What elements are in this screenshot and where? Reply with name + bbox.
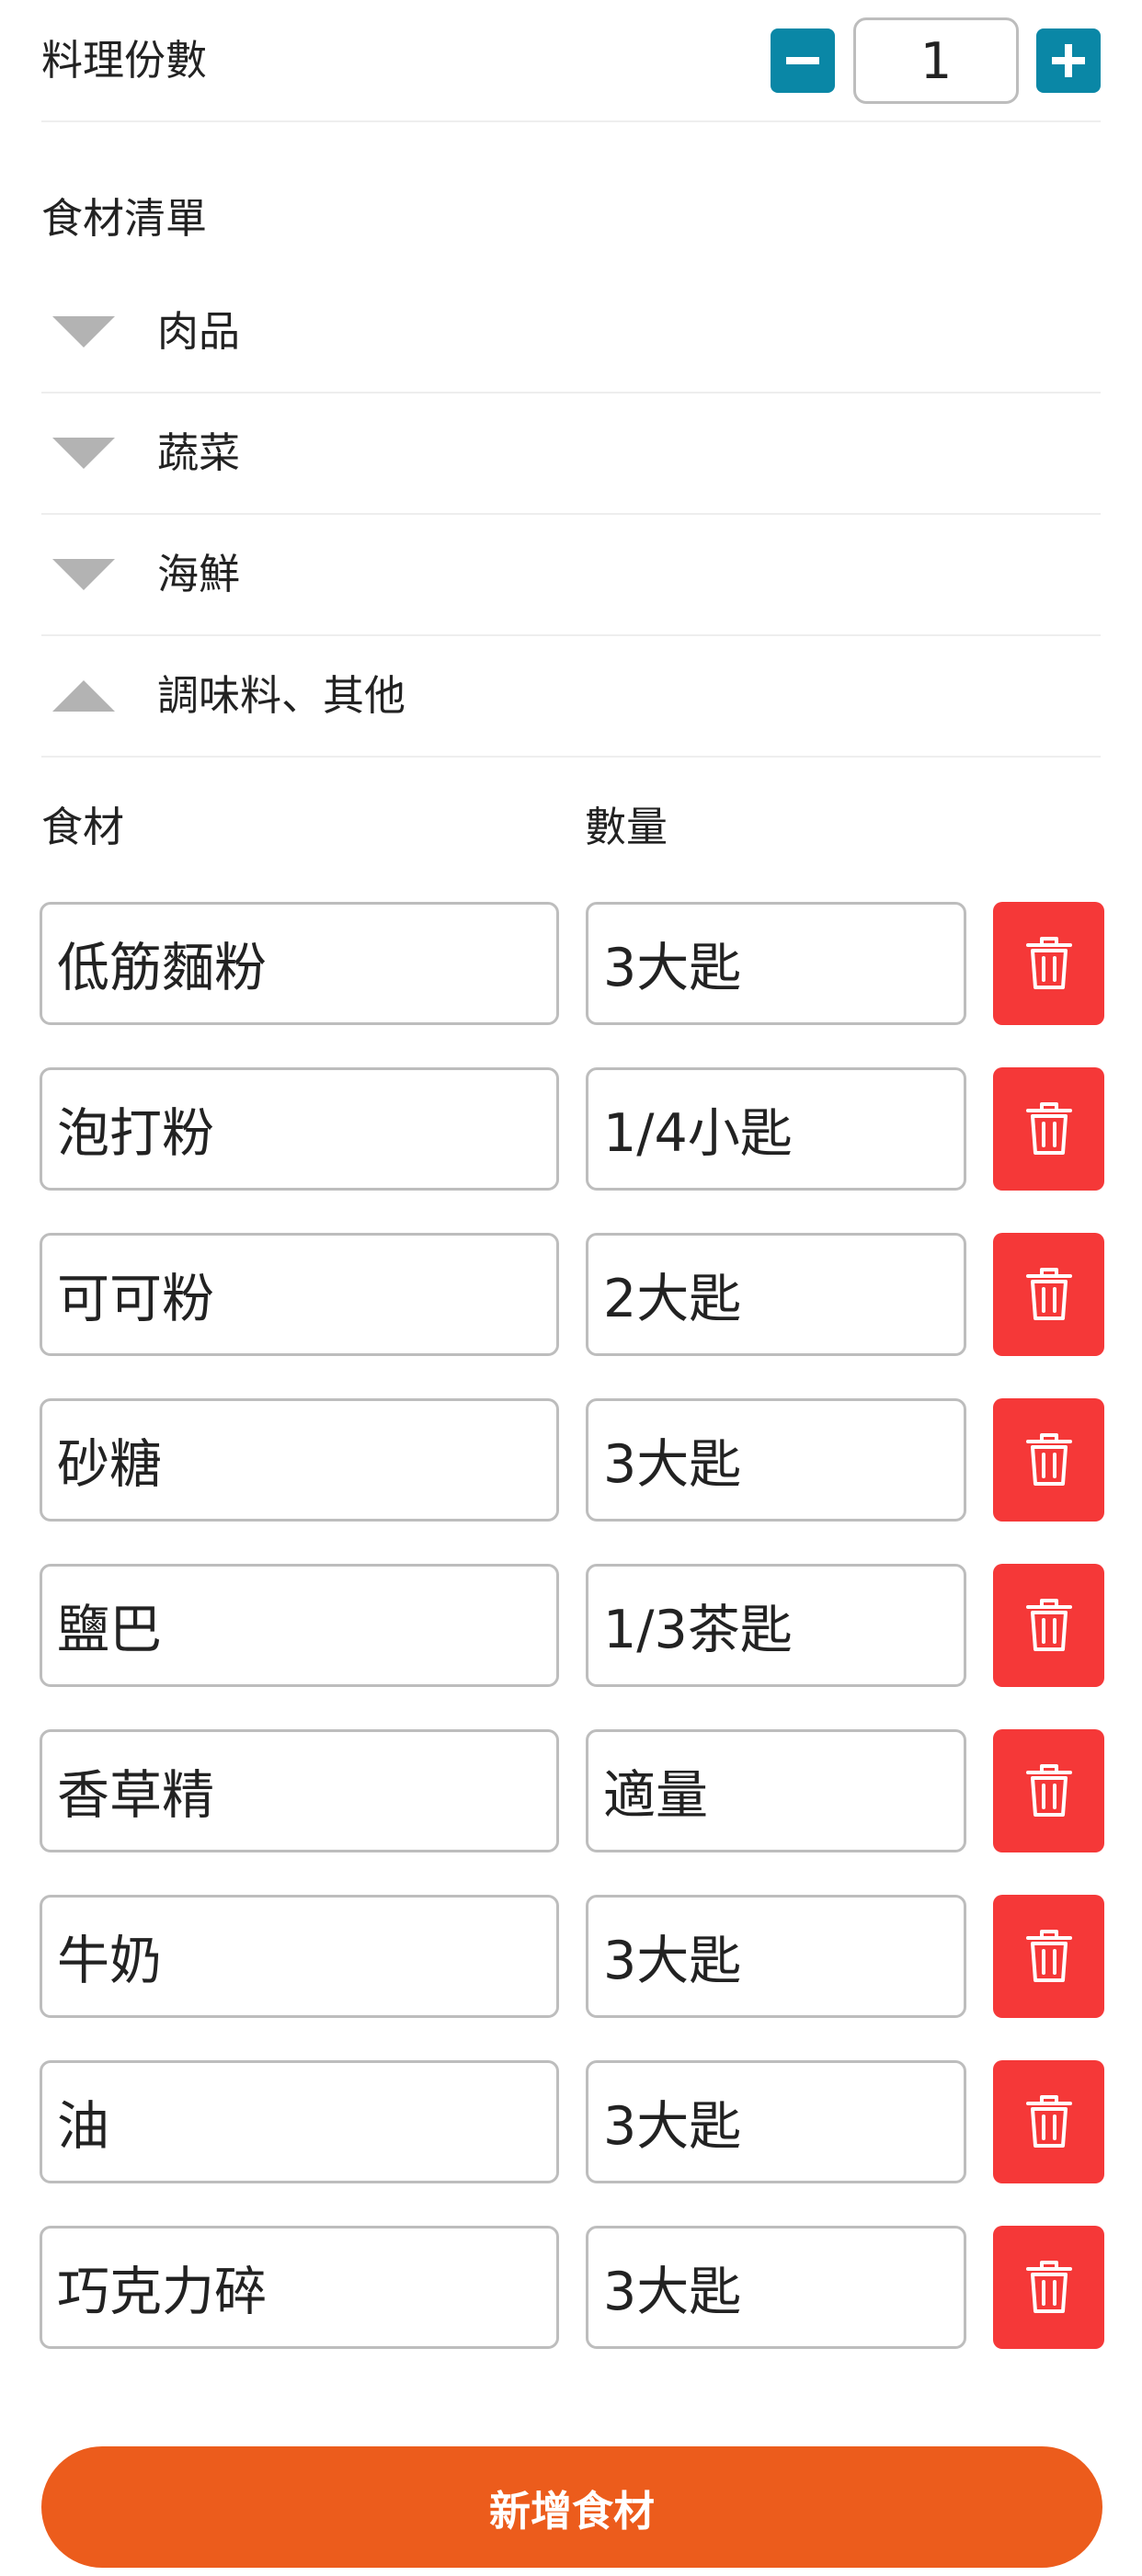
plus-icon bbox=[1052, 44, 1085, 77]
ingredient-row bbox=[40, 2226, 1104, 2349]
chevron-up-icon bbox=[52, 680, 115, 712]
servings-input[interactable] bbox=[853, 17, 1019, 104]
category-label: 肉品 bbox=[157, 307, 241, 356]
ingredient-row bbox=[40, 1895, 1104, 2018]
ingredient-row bbox=[40, 1398, 1104, 1522]
trash-icon bbox=[1025, 1599, 1072, 1651]
delete-ingredient-button[interactable] bbox=[993, 1564, 1104, 1687]
category-seasoning-other[interactable]: 調味料、其他 bbox=[41, 636, 1101, 758]
minus-icon bbox=[786, 57, 819, 64]
trash-icon bbox=[1025, 937, 1072, 989]
category-label: 海鮮 bbox=[157, 550, 241, 598]
ingredient-row bbox=[40, 902, 1104, 1025]
ingredient-row bbox=[40, 1067, 1104, 1191]
chevron-down-icon bbox=[52, 559, 115, 590]
ingredient-name-input[interactable] bbox=[40, 2060, 559, 2183]
ingredient-quantity-input[interactable] bbox=[586, 1398, 966, 1522]
chevron-down-icon bbox=[52, 316, 115, 348]
category-label: 調味料、其他 bbox=[157, 671, 406, 720]
category-seafood[interactable]: 海鮮 bbox=[41, 515, 1101, 636]
servings-row: 料理份數 bbox=[41, 0, 1101, 122]
delete-ingredient-button[interactable] bbox=[993, 1895, 1104, 2018]
ingredient-row bbox=[40, 1233, 1104, 1356]
ingredient-name-input[interactable] bbox=[40, 1729, 559, 1852]
trash-icon bbox=[1025, 2261, 1072, 2313]
trash-icon bbox=[1025, 1268, 1072, 1320]
trash-icon bbox=[1025, 1102, 1072, 1155]
category-vegetables[interactable]: 蔬菜 bbox=[41, 393, 1101, 515]
ingredient-quantity-input[interactable] bbox=[586, 902, 966, 1025]
delete-ingredient-button[interactable] bbox=[993, 1067, 1104, 1191]
ingredient-name-input[interactable] bbox=[40, 1564, 559, 1687]
trash-icon bbox=[1025, 2095, 1072, 2148]
trash-icon bbox=[1025, 1930, 1072, 1982]
ingredient-quantity-input[interactable] bbox=[586, 1233, 966, 1356]
ingredient-row bbox=[40, 2060, 1104, 2183]
ingredient-quantity-input[interactable] bbox=[586, 2060, 966, 2183]
delete-ingredient-button[interactable] bbox=[993, 902, 1104, 1025]
ingredient-quantity-input[interactable] bbox=[586, 1729, 966, 1852]
ingredient-row bbox=[40, 1729, 1104, 1852]
servings-label: 料理份數 bbox=[41, 36, 208, 85]
category-label: 蔬菜 bbox=[157, 428, 241, 477]
ingredient-name-input[interactable] bbox=[40, 1398, 559, 1522]
trash-icon bbox=[1025, 1764, 1072, 1817]
delete-ingredient-button[interactable] bbox=[993, 1398, 1104, 1522]
add-ingredient-button[interactable]: 新增食材 bbox=[41, 2446, 1102, 2568]
ingredient-quantity-input[interactable] bbox=[586, 1067, 966, 1191]
column-header-ingredient: 食材 bbox=[41, 803, 125, 851]
ingredient-name-input[interactable] bbox=[40, 1067, 559, 1191]
delete-ingredient-button[interactable] bbox=[993, 2226, 1104, 2349]
increase-servings-button[interactable] bbox=[1036, 28, 1101, 93]
column-header-quantity: 數量 bbox=[585, 803, 668, 851]
delete-ingredient-button[interactable] bbox=[993, 1729, 1104, 1852]
ingredient-quantity-input[interactable] bbox=[586, 1895, 966, 2018]
ingredient-quantity-input[interactable] bbox=[586, 1564, 966, 1687]
ingredient-name-input[interactable] bbox=[40, 1895, 559, 2018]
delete-ingredient-button[interactable] bbox=[993, 2060, 1104, 2183]
delete-ingredient-button[interactable] bbox=[993, 1233, 1104, 1356]
chevron-down-icon bbox=[52, 438, 115, 469]
ingredient-row bbox=[40, 1564, 1104, 1687]
ingredient-list-title: 食材清單 bbox=[41, 194, 208, 243]
ingredient-name-input[interactable] bbox=[40, 1233, 559, 1356]
ingredient-name-input[interactable] bbox=[40, 902, 559, 1025]
ingredient-name-input[interactable] bbox=[40, 2226, 559, 2349]
ingredient-quantity-input[interactable] bbox=[586, 2226, 966, 2349]
trash-icon bbox=[1025, 1433, 1072, 1486]
category-meat[interactable]: 肉品 bbox=[41, 272, 1101, 393]
decrease-servings-button[interactable] bbox=[771, 28, 835, 93]
